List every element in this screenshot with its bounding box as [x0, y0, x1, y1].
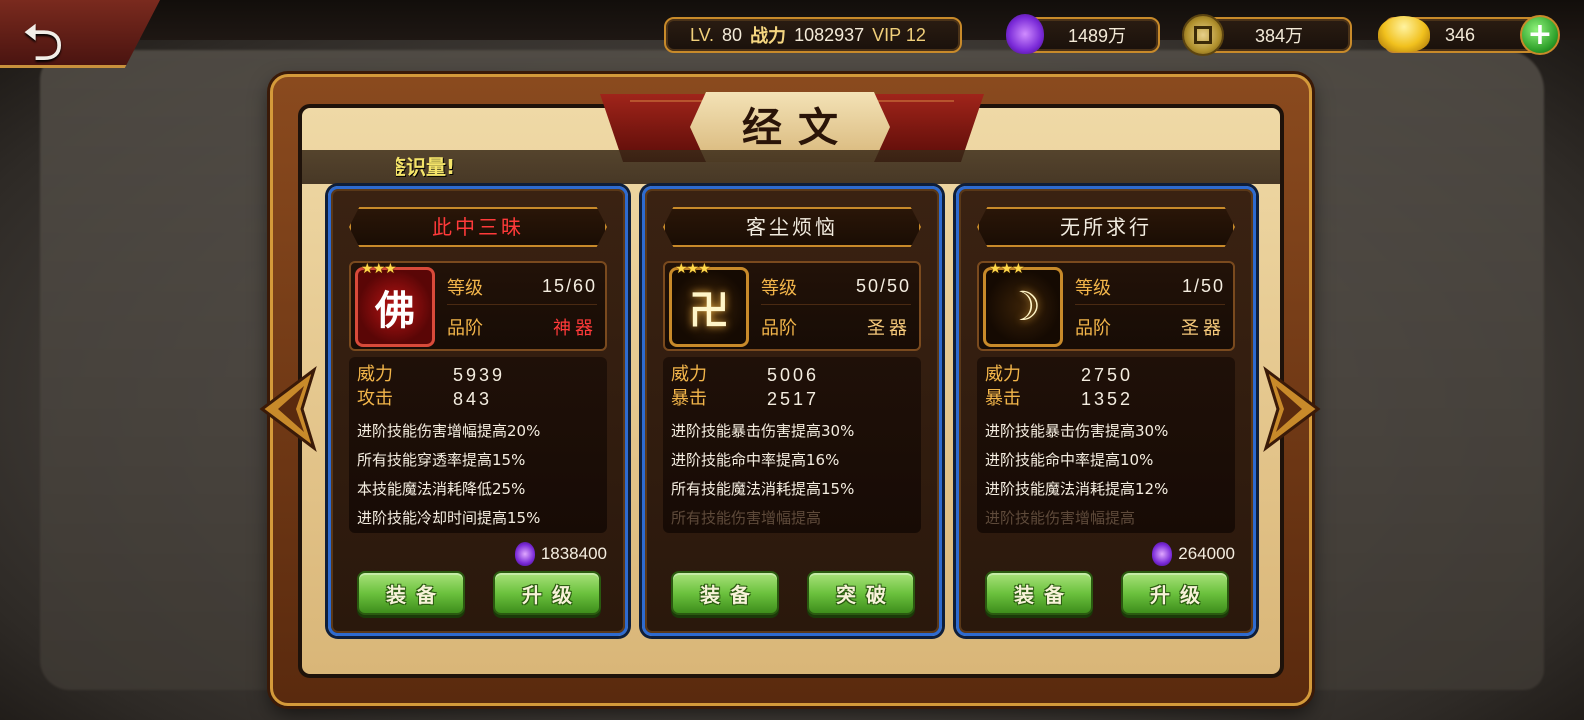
effect-line-locked: 进阶技能伤害增幅提高 — [985, 509, 1136, 527]
stat-row: 暴击 1352 — [985, 388, 1134, 409]
equip-button[interactable]: 装备 — [357, 571, 465, 615]
stat-row: 威力 5939 — [357, 364, 506, 385]
grade-label: 品阶 — [1075, 318, 1111, 339]
power-label: 战力 — [750, 26, 787, 46]
effect-line: 进阶技能命中率提高16% — [671, 451, 840, 469]
level-label: 等级 — [447, 277, 483, 299]
level-label: LV. — [690, 24, 715, 45]
chevron-left-icon — [259, 366, 317, 452]
scripture-card[interactable]: 客尘烦恼 卍 ★★★ 等级 50/50 品阶 圣器 威力 5006 暴击 251… — [642, 186, 942, 636]
effect-line: 进阶技能暴击伤害提高30% — [671, 422, 855, 440]
effect-line: 所有技能穿透率提高15% — [357, 451, 526, 469]
gold-ingot-icon — [1378, 16, 1430, 52]
effect-line: 进阶技能冷却时间提高15% — [357, 509, 541, 527]
level-value: 80 — [722, 24, 743, 45]
card-stats: 威力 2750 暴击 1352 进阶技能暴击伤害提高30% 进阶技能命中率提高1… — [977, 357, 1235, 533]
card-info: ☽ ★★★ 等级 1/50 品阶 圣器 — [977, 261, 1235, 351]
cost-value: 264000 — [1178, 544, 1235, 563]
upgrade-button[interactable]: 升级 — [493, 571, 601, 615]
breakthrough-button[interactable]: 突破 — [807, 571, 915, 615]
grade-row: 品阶 神器 — [447, 309, 597, 345]
effect-line: 进阶技能伤害增幅提高20% — [357, 422, 541, 440]
spirit-amount: 1489万 — [1067, 26, 1127, 46]
prev-page-button[interactable] — [258, 366, 318, 452]
marquee-text: 鉴识量! — [396, 155, 456, 179]
upgrade-cost: 264000 — [1152, 539, 1235, 569]
stat-row: 威力 2750 — [985, 364, 1134, 385]
level-value: 15/60 — [541, 276, 597, 296]
stat-row: 攻击 843 — [357, 388, 493, 409]
star-rating-icon: ★★★ — [361, 261, 397, 277]
card-title: 此中三昧 — [349, 207, 607, 247]
stat-row: 暴击 2517 — [671, 388, 820, 409]
grade-row: 品阶 圣器 — [1075, 309, 1225, 345]
grade-value: 圣器 — [867, 318, 911, 339]
scripture-card[interactable]: 此中三昧 佛 ★★★ 等级 15/60 品阶 神器 威力 5939 攻击 843… — [328, 186, 628, 636]
star-rating-icon: ★★★ — [675, 261, 711, 277]
level-value: 50/50 — [855, 276, 911, 296]
equip-button[interactable]: 装备 — [985, 571, 1093, 615]
grade-label: 品阶 — [447, 318, 483, 339]
grade-row: 品阶 圣器 — [761, 309, 911, 345]
card-title: 无所求行 — [977, 207, 1235, 247]
coin-amount: 384万 — [1254, 26, 1304, 46]
upgrade-cost: 1838400 — [514, 539, 607, 569]
scripture-rune-icon: ☽ — [983, 267, 1063, 347]
effect-line: 进阶技能魔法消耗提高12% — [985, 480, 1169, 498]
plus-icon: + — [1527, 17, 1553, 52]
upgrade-button[interactable]: 升级 — [1121, 571, 1229, 615]
effect-line: 进阶技能暴击伤害提高30% — [985, 422, 1169, 440]
effect-line: 本技能魔法消耗降低25% — [357, 480, 526, 498]
player-stats-pill: LV. 80 战力 1082937 VIP 12 — [664, 17, 962, 53]
card-info: 卍 ★★★ 等级 50/50 品阶 圣器 — [663, 261, 921, 351]
grade-value: 神器 — [553, 318, 597, 339]
grade-label: 品阶 — [761, 318, 797, 339]
grade-value: 圣器 — [1181, 318, 1225, 339]
ingot-amount: 346 — [1444, 24, 1476, 45]
card-stats: 威力 5939 攻击 843 进阶技能伤害增幅提高20% 所有技能穿透率提高15… — [349, 357, 607, 533]
level-row: 等级 1/50 — [1075, 269, 1225, 305]
purple-flame-icon — [1152, 542, 1173, 566]
card-title: 客尘烦恼 — [663, 207, 921, 247]
card-info: 佛 ★★★ 等级 15/60 品阶 神器 — [349, 261, 607, 351]
scripture-card[interactable]: 无所求行 ☽ ★★★ 等级 1/50 品阶 圣器 威力 2750 暴击 1352… — [956, 186, 1256, 636]
level-value: 1/50 — [1181, 276, 1225, 296]
equip-button[interactable]: 装备 — [671, 571, 779, 615]
cost-value: 1838400 — [540, 544, 607, 563]
purple-flame-icon — [1006, 14, 1044, 54]
level-row: 等级 15/60 — [447, 269, 597, 305]
card-stats: 威力 5006 暴击 2517 进阶技能暴击伤害提高30% 进阶技能命中率提高1… — [663, 357, 921, 533]
stat-row: 威力 5006 — [671, 364, 820, 385]
scripture-rune-icon: 佛 — [355, 267, 435, 347]
vip-label: VIP 12 — [872, 24, 926, 45]
purple-flame-icon — [514, 542, 535, 566]
effect-line: 所有技能魔法消耗提高15% — [671, 480, 855, 498]
power-value: 1082937 — [794, 24, 865, 45]
effect-line: 进阶技能命中率提高10% — [985, 451, 1154, 469]
level-row: 等级 50/50 — [761, 269, 911, 305]
next-page-button[interactable] — [1262, 366, 1322, 452]
effect-line-locked: 所有技能伤害增幅提高 — [671, 509, 822, 527]
page-title: 经文 — [742, 104, 854, 151]
chevron-right-icon — [1263, 366, 1321, 452]
add-ingot-button[interactable]: + — [1520, 15, 1560, 55]
level-label: 等级 — [1075, 277, 1111, 299]
star-rating-icon: ★★★ — [989, 261, 1025, 277]
scripture-rune-icon: 卍 — [669, 267, 749, 347]
level-label: 等级 — [761, 277, 797, 299]
copper-coin-icon — [1182, 14, 1224, 56]
